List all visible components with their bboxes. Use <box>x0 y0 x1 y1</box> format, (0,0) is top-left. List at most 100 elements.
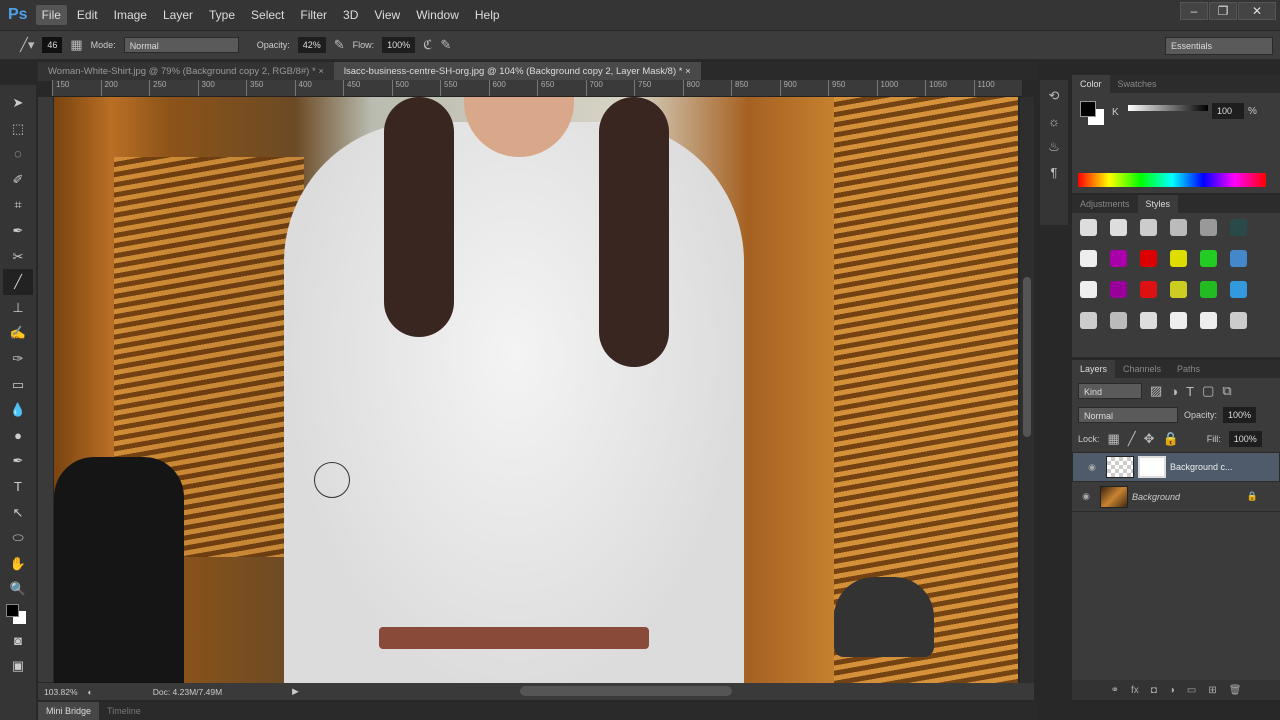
tab-adjustments[interactable]: Adjustments <box>1072 195 1138 213</box>
quick-mask-icon[interactable]: ◙ <box>14 628 22 654</box>
clone-source-icon[interactable]: ♨ <box>1048 139 1060 155</box>
filter-shape-icon[interactable]: ▢ <box>1202 383 1214 399</box>
menu-edit[interactable]: Edit <box>71 5 104 25</box>
k-input[interactable]: 100 <box>1212 103 1244 119</box>
link-layers-icon[interactable]: ⚭ <box>1111 685 1119 696</box>
lasso-tool-icon[interactable]: ◌ <box>14 141 22 167</box>
paragraph-icon[interactable]: ¶ <box>1051 165 1058 180</box>
style-swatch[interactable] <box>1170 312 1187 329</box>
pen-tool-icon[interactable]: ✒ <box>13 448 24 474</box>
history-brush-icon[interactable]: ✍ <box>10 320 26 346</box>
style-swatch[interactable] <box>1230 250 1247 267</box>
fill-input[interactable]: 100% <box>1228 431 1262 447</box>
brush-size-picker[interactable]: 46 <box>42 37 63 53</box>
style-swatch[interactable] <box>1230 312 1247 329</box>
flow-input[interactable]: 100% <box>382 37 416 53</box>
quick-select-tool-icon[interactable]: ✐ <box>13 167 24 193</box>
lock-all-icon[interactable]: 🔒 <box>1163 431 1179 447</box>
eraser-tool-icon[interactable]: ✑ <box>13 346 24 372</box>
path-select-tool-icon[interactable]: ↖ <box>13 500 24 526</box>
style-swatch[interactable] <box>1170 219 1187 236</box>
foreground-color[interactable] <box>1080 101 1096 117</box>
lock-position-icon[interactable]: ✥ <box>1144 431 1155 447</box>
pressure-size-icon[interactable]: ✎ <box>440 37 451 53</box>
style-swatch[interactable] <box>1140 219 1157 236</box>
menu-3d[interactable]: 3D <box>337 5 364 25</box>
tab-business-centre[interactable]: lsacc-business-centre-SH-org.jpg @ 104% … <box>333 62 701 81</box>
lock-transparent-icon[interactable]: ▦ <box>1108 431 1120 447</box>
layer-mask-thumbnail[interactable] <box>1138 456 1166 478</box>
properties-icon[interactable]: ☼ <box>1048 114 1060 129</box>
style-swatch[interactable] <box>1080 312 1097 329</box>
move-tool-icon[interactable]: ➤ <box>13 90 24 116</box>
shape-tool-icon[interactable]: ⬭ <box>12 525 23 551</box>
layer-background[interactable]: ◉ Background 🔒 <box>1072 482 1280 512</box>
minimize-button[interactable]: – <box>1180 2 1208 20</box>
workspace-select[interactable]: Essentials <box>1165 37 1273 55</box>
pressure-opacity-icon[interactable]: ✎ <box>334 37 345 53</box>
type-tool-icon[interactable]: T <box>14 474 22 500</box>
style-swatch[interactable] <box>1110 250 1127 267</box>
blur-tool-icon[interactable]: 💧 <box>10 397 26 423</box>
fx-icon[interactable]: fx <box>1131 685 1139 696</box>
zoom-level[interactable]: 103.82% <box>44 687 78 697</box>
blend-mode-select[interactable]: Normal <box>1078 407 1178 423</box>
style-swatch[interactable] <box>1080 281 1097 298</box>
layer-filter-kind[interactable]: Kind <box>1078 383 1142 399</box>
screen-mode-icon[interactable]: ▣ <box>12 653 24 679</box>
tab-timeline[interactable]: Timeline <box>99 702 149 720</box>
vertical-scrollbar[interactable] <box>1020 97 1034 683</box>
menu-image[interactable]: Image <box>108 5 153 25</box>
tab-channels[interactable]: Channels <box>1115 360 1169 378</box>
tab-close-icon[interactable]: × <box>318 66 324 77</box>
style-swatch[interactable] <box>1080 250 1097 267</box>
style-swatch[interactable] <box>1200 250 1217 267</box>
style-swatch[interactable] <box>1230 281 1247 298</box>
tab-color[interactable]: Color <box>1072 75 1110 93</box>
filter-pixel-icon[interactable]: ▨ <box>1150 383 1162 399</box>
style-swatch[interactable] <box>1140 312 1157 329</box>
style-swatch[interactable] <box>1110 312 1127 329</box>
stamp-tool-icon[interactable]: ⊥ <box>12 295 23 321</box>
delete-layer-icon[interactable]: 🗑 <box>1229 685 1242 696</box>
opacity-input[interactable]: 42% <box>297 37 326 53</box>
tab-layers[interactable]: Layers <box>1072 360 1116 378</box>
status-menu-arrow-icon[interactable]: ▶ <box>292 686 299 697</box>
tab-woman-white-shirt[interactable]: Woman-White-Shirt.jpg @ 79% (Background … <box>38 62 334 81</box>
style-swatch[interactable] <box>1200 219 1217 236</box>
history-icon[interactable]: ⟲ <box>1049 88 1060 104</box>
marquee-tool-icon[interactable]: ⬚ <box>12 116 24 142</box>
layer-opacity-input[interactable]: 100% <box>1223 407 1257 423</box>
style-swatch[interactable] <box>1110 219 1127 236</box>
horizontal-scrollbar[interactable] <box>520 686 732 696</box>
tab-close-icon[interactable]: × <box>685 66 691 77</box>
eye-icon[interactable]: ◉ <box>1078 459 1106 475</box>
restore-button[interactable]: ❐ <box>1209 2 1237 20</box>
layer-background-copy[interactable]: ◉ Background c... <box>1072 452 1280 482</box>
style-swatch[interactable] <box>1230 219 1247 236</box>
filter-smart-object-icon[interactable]: ⧉ <box>1222 383 1231 399</box>
brush-panel-icon[interactable]: ▦ <box>70 37 82 53</box>
menu-layer[interactable]: Layer <box>157 5 199 25</box>
tab-swatches[interactable]: Swatches <box>1110 75 1165 93</box>
hand-tool-icon[interactable]: ✋ <box>10 551 26 577</box>
dodge-tool-icon[interactable]: ● <box>14 423 22 449</box>
brush-tool-icon[interactable]: ╱ <box>3 269 33 295</box>
filter-adjustment-icon[interactable]: ◑ <box>1170 384 1178 399</box>
mode-select[interactable]: Normal <box>123 37 239 53</box>
tab-mini-bridge[interactable]: Mini Bridge <box>38 702 100 720</box>
style-swatch[interactable] <box>1080 219 1097 236</box>
eye-icon[interactable]: ◉ <box>1072 491 1100 502</box>
group-icon[interactable]: ▭ <box>1187 685 1196 696</box>
add-mask-icon[interactable]: ◘ <box>1151 685 1157 696</box>
filter-type-icon[interactable]: T <box>1186 384 1194 399</box>
menu-filter[interactable]: Filter <box>294 5 333 25</box>
menu-view[interactable]: View <box>368 5 406 25</box>
color-spectrum[interactable] <box>1078 173 1266 187</box>
zoom-tool-icon[interactable]: 🔍 <box>10 576 26 602</box>
airbrush-icon[interactable]: ℭ <box>423 37 432 53</box>
lock-pixels-icon[interactable]: ╱ <box>1128 431 1136 447</box>
style-swatch[interactable] <box>1200 281 1217 298</box>
menu-select[interactable]: Select <box>245 5 290 25</box>
share-icon[interactable]: ◐ <box>88 687 93 697</box>
